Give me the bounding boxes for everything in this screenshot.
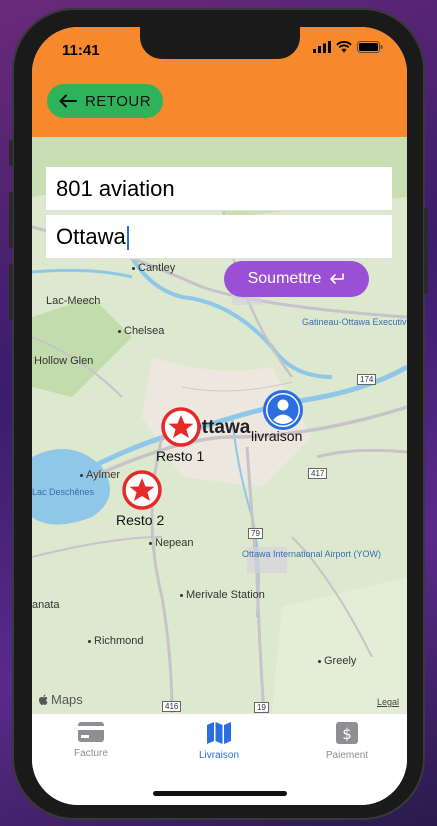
highway-79-shield: 79 (248, 528, 263, 539)
highway-417-shield: 417 (308, 468, 328, 479)
apple-logo-icon (39, 694, 48, 705)
resto-2-label: Resto 2 (116, 512, 165, 528)
person-pin-icon (263, 390, 303, 430)
map-label-cantley: Cantley (132, 262, 175, 274)
wifi-icon (336, 41, 352, 53)
map-label-greely: Greely (318, 655, 356, 667)
tab-facture[interactable]: Facture (36, 722, 146, 759)
map-label-chelsea: Chelsea (118, 325, 164, 337)
highway-416-shield: 416 (162, 701, 182, 712)
notch (140, 27, 300, 59)
map-label-nepean: Nepean (149, 537, 194, 549)
resto-1-marker[interactable] (161, 407, 201, 452)
map-label-aylmer: Aylmer (80, 469, 120, 481)
submit-button-label: Soumettre (247, 270, 322, 287)
livraison-label: livraison (251, 428, 303, 444)
legal-link[interactable]: Legal (377, 697, 399, 707)
map-label-lac-deschenes: Lac Deschênes (32, 487, 95, 497)
back-button[interactable]: RETOUR (47, 84, 163, 118)
map-label-gatineau-airport: Gatineau-Ottawa Executive Airport (YND) (302, 317, 407, 327)
apple-maps-logo: Maps (38, 692, 83, 707)
map-label-kanata: anata (32, 599, 60, 611)
star-pin-icon (161, 407, 201, 447)
tab-paiement[interactable]: $ Paiement (292, 722, 402, 761)
submit-button[interactable]: Soumettre (224, 261, 369, 297)
map-label-hollow-glen: Hollow Glen (34, 355, 94, 367)
back-button-label: RETOUR (84, 92, 152, 110)
home-indicator[interactable] (153, 791, 287, 796)
map-label-merivale: Merivale Station (180, 589, 265, 601)
signal-icon (313, 41, 331, 53)
map-label-richmond: Richmond (88, 635, 144, 647)
volume-up-button (9, 192, 13, 248)
power-button (424, 208, 428, 294)
map-view[interactable]: Cantley Lac-Meech Chelsea Hollow Glen Ga… (32, 137, 407, 713)
dollar-doc-icon: $ (336, 722, 358, 744)
resto-2-marker[interactable] (122, 470, 162, 515)
map-icon (207, 722, 231, 744)
highway-174-shield: 174 (357, 374, 377, 385)
arrow-left-icon (59, 94, 77, 108)
address-input[interactable]: 801 aviation (46, 167, 392, 211)
status-icons (313, 41, 383, 53)
text-caret (126, 226, 129, 251)
mute-switch (9, 140, 13, 166)
return-icon (330, 273, 345, 284)
status-time: 11:41 (62, 42, 100, 59)
svg-text:$: $ (342, 725, 352, 743)
highway-19-shield: 19 (254, 702, 269, 713)
resto-1-label: Resto 1 (156, 448, 205, 464)
map-label-ottawa-airport: Ottawa International Airport (YOW) (242, 549, 382, 559)
city-input[interactable]: Ottawa (46, 215, 392, 259)
map-label-lac-meech: Lac-Meech (46, 295, 101, 307)
tab-livraison[interactable]: Livraison (164, 722, 274, 761)
credit-card-icon (78, 722, 104, 742)
battery-icon (357, 41, 383, 53)
star-pin-icon (122, 470, 162, 510)
app-screen: 11:41 RETOUR Cantley Lac-Meech Chelsea H… (32, 27, 407, 805)
phone-frame: 11:41 RETOUR Cantley Lac-Meech Chelsea H… (9, 8, 428, 820)
volume-down-button (9, 264, 13, 320)
